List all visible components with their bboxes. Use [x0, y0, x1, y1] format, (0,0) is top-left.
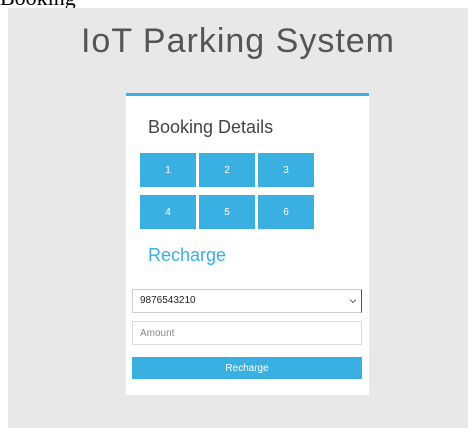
- phone-number-select[interactable]: 9876543210: [132, 289, 362, 313]
- app-title: IoT Parking System: [80, 22, 396, 60]
- parking-slot-button-2[interactable]: 2: [199, 153, 255, 187]
- chevron-down-icon: [349, 299, 357, 304]
- parking-slot-button-3[interactable]: 3: [258, 153, 314, 187]
- recharge-title: Recharge: [148, 245, 227, 265]
- parking-slot-button-6[interactable]: 6: [258, 195, 314, 229]
- parking-slot-button-4[interactable]: 4: [140, 195, 196, 229]
- parking-slot-button-5[interactable]: 5: [199, 195, 255, 229]
- booking-details-title: Booking Details: [148, 117, 274, 137]
- recharge-button[interactable]: Recharge: [132, 357, 362, 379]
- app-viewport: IoT Parking System Booking Details 1 2 3…: [8, 8, 468, 428]
- phone-number-selected-value: 9876543210: [140, 295, 196, 306]
- booking-card: Booking Details 1 2 3 4 5 6 Recharge 987…: [126, 93, 369, 395]
- parking-slot-grid: 1 2 3 4 5 6: [140, 153, 314, 229]
- parking-slot-button-1[interactable]: 1: [140, 153, 196, 187]
- amount-input[interactable]: [132, 321, 362, 345]
